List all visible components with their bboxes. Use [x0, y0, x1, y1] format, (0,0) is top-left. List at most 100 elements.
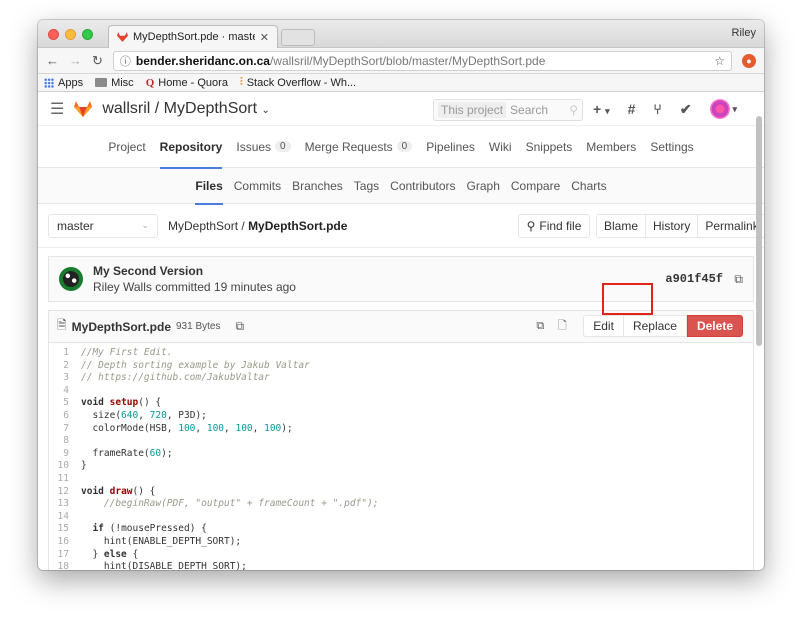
tab-close-icon[interactable]: ✕ — [260, 31, 269, 44]
line-number[interactable]: 1 — [49, 347, 81, 360]
code-line: 1//My First Edit. — [49, 347, 753, 360]
file-header: 🗎 MyDepthSort.pde 931 Bytes ⧉ ⧉ 🗋 Edit R… — [49, 311, 753, 343]
tree-bar: master ⌄ MyDepthSort / MyDepthSort.pde ⚲ F… — [38, 204, 764, 248]
merge-request-icon[interactable]: ⑂ — [653, 101, 661, 117]
line-number[interactable]: 10 — [49, 460, 81, 473]
line-number[interactable]: 15 — [49, 523, 81, 536]
copy-path-icon[interactable]: ⧉ — [235, 319, 244, 334]
extension-icon[interactable]: ● — [742, 53, 756, 68]
find-file-button[interactable]: ⚲ Find file — [518, 214, 590, 238]
file-size: 931 Bytes — [176, 321, 221, 332]
hamburger-menu-icon[interactable]: ☰ — [50, 99, 64, 119]
new-tab-button[interactable] — [281, 29, 315, 46]
file-name: MyDepthSort.pde — [71, 319, 171, 334]
subtab-graph[interactable]: Graph — [467, 168, 500, 204]
code-line: 9 frameRate(60); — [49, 448, 753, 461]
bookmark-star-icon[interactable]: ☆ — [714, 54, 725, 68]
line-number[interactable]: 11 — [49, 473, 81, 486]
code-text: colorMode(HSB, 100, 100, 100, 100); — [81, 422, 293, 434]
subtab-compare[interactable]: Compare — [511, 168, 560, 204]
branch-select[interactable]: master ⌄ — [48, 213, 158, 238]
tab-wiki[interactable]: Wiki — [489, 126, 512, 168]
profile-name[interactable]: Riley — [732, 27, 756, 39]
info-icon[interactable]: ⓘ — [120, 53, 131, 69]
tab-title: MyDepthSort.pde · master · wa — [133, 31, 255, 43]
search-placeholder: Search — [510, 103, 549, 117]
plus-icon[interactable]: + ▾ — [593, 101, 610, 117]
line-number[interactable]: 4 — [49, 385, 81, 398]
title-bar: MyDepthSort.pde · master · wa ✕ Riley — [38, 20, 764, 48]
line-number[interactable]: 17 — [49, 549, 81, 562]
tab-snippets[interactable]: Snippets — [526, 126, 573, 168]
bookmark-apps[interactable]: Apps — [44, 77, 83, 89]
page-scrollbar[interactable] — [756, 116, 762, 346]
chevron-down-icon: ⌄ — [261, 104, 270, 116]
copy-source-icon[interactable]: ⧉ — [529, 315, 551, 337]
line-number[interactable]: 3 — [49, 372, 81, 385]
project-title[interactable]: wallsril / MyDepthSort ⌄ — [102, 100, 270, 118]
code-line: 12 void draw() { — [49, 486, 753, 499]
subtab-files[interactable]: Files — [195, 168, 224, 205]
raw-file-icon[interactable]: 🗋 — [551, 315, 573, 337]
breadcrumb-file[interactable]: MyDepthSort.pde — [248, 219, 347, 233]
bookmark-stackoverflow[interactable]: ⫶ Stack Overflow - Wh... — [240, 76, 356, 89]
tab-members[interactable]: Members — [586, 126, 636, 168]
line-number[interactable]: 13 — [49, 498, 81, 511]
bookmark-quora[interactable]: Q Home - Quora — [146, 77, 228, 89]
forward-icon[interactable]: → — [69, 53, 82, 68]
url-field[interactable]: ⓘ bender.sheridanc.on.ca/wallsril/MyDept… — [112, 50, 732, 71]
copy-sha-icon[interactable]: ⧉ — [734, 272, 743, 287]
line-number[interactable]: 16 — [49, 536, 81, 549]
subtab-commits[interactable]: Commits — [234, 168, 281, 204]
tab-repository[interactable]: Repository — [159, 126, 222, 169]
tab-settings[interactable]: Settings — [650, 126, 693, 168]
code-text: //My First Edit. — [81, 347, 173, 358]
code-text: frameRate(60); — [81, 447, 173, 459]
maximize-window-button[interactable] — [82, 29, 93, 40]
subtab-tags[interactable]: Tags — [354, 168, 379, 204]
gitlab-logo-icon[interactable] — [74, 100, 93, 117]
line-number[interactable]: 7 — [49, 423, 81, 436]
tab-merge-requests[interactable]: Merge Requests 0 — [305, 126, 413, 168]
minimize-window-button[interactable] — [65, 29, 76, 40]
quora-icon: Q — [145, 76, 155, 89]
issues-check-icon[interactable]: ✔ — [680, 101, 692, 118]
delete-button[interactable]: Delete — [686, 315, 743, 337]
permalink-button[interactable]: Permalink — [698, 215, 764, 237]
commit-sha[interactable]: a901f45f — [665, 272, 723, 286]
tab-issues[interactable]: Issues 0 — [236, 126, 291, 168]
subtab-branches[interactable]: Branches — [292, 168, 343, 204]
tab-pipelines[interactable]: Pipelines — [426, 126, 475, 168]
line-number[interactable]: 6 — [49, 410, 81, 423]
todos-hash-icon[interactable]: # — [628, 101, 636, 117]
user-menu[interactable]: ▾ — [709, 99, 737, 119]
line-number[interactable]: 9 — [49, 448, 81, 461]
line-number[interactable]: 12 — [49, 486, 81, 499]
tab-project[interactable]: Project — [108, 126, 145, 168]
blame-button[interactable]: Blame — [597, 215, 647, 237]
subtab-contributors[interactable]: Contributors — [390, 168, 455, 204]
back-icon[interactable]: ← — [46, 53, 59, 68]
line-number[interactable]: 18 — [49, 561, 81, 570]
merge-requests-count-badge: 0 — [396, 141, 413, 152]
close-window-button[interactable] — [48, 29, 59, 40]
code-text: // Depth sorting example by Jakub Valtar — [81, 359, 310, 371]
line-number[interactable]: 2 — [49, 360, 81, 373]
history-button[interactable]: History — [646, 215, 699, 237]
line-number[interactable]: 8 — [49, 435, 81, 448]
edit-button[interactable]: Edit — [583, 315, 624, 337]
browser-tab[interactable]: MyDepthSort.pde · master · wa ✕ — [108, 25, 278, 48]
subtab-charts[interactable]: Charts — [571, 168, 606, 204]
line-number[interactable]: 14 — [49, 511, 81, 524]
bookmark-misc[interactable]: Misc — [95, 77, 134, 89]
replace-button[interactable]: Replace — [623, 315, 687, 337]
breadcrumb-repo[interactable]: MyDepthSort — [168, 219, 238, 233]
avatar[interactable] — [59, 267, 83, 291]
code-line: 15 if (!mousePressed) { — [49, 523, 753, 536]
commit-title[interactable]: My Second Version — [93, 264, 296, 278]
breadcrumb: MyDepthSort / MyDepthSort.pde — [168, 219, 347, 233]
reload-icon[interactable]: ↻ — [92, 53, 103, 69]
code-text: } else { — [81, 548, 139, 560]
line-number[interactable]: 5 — [49, 397, 81, 410]
search-input[interactable]: This project Search ⚲ — [433, 99, 583, 121]
